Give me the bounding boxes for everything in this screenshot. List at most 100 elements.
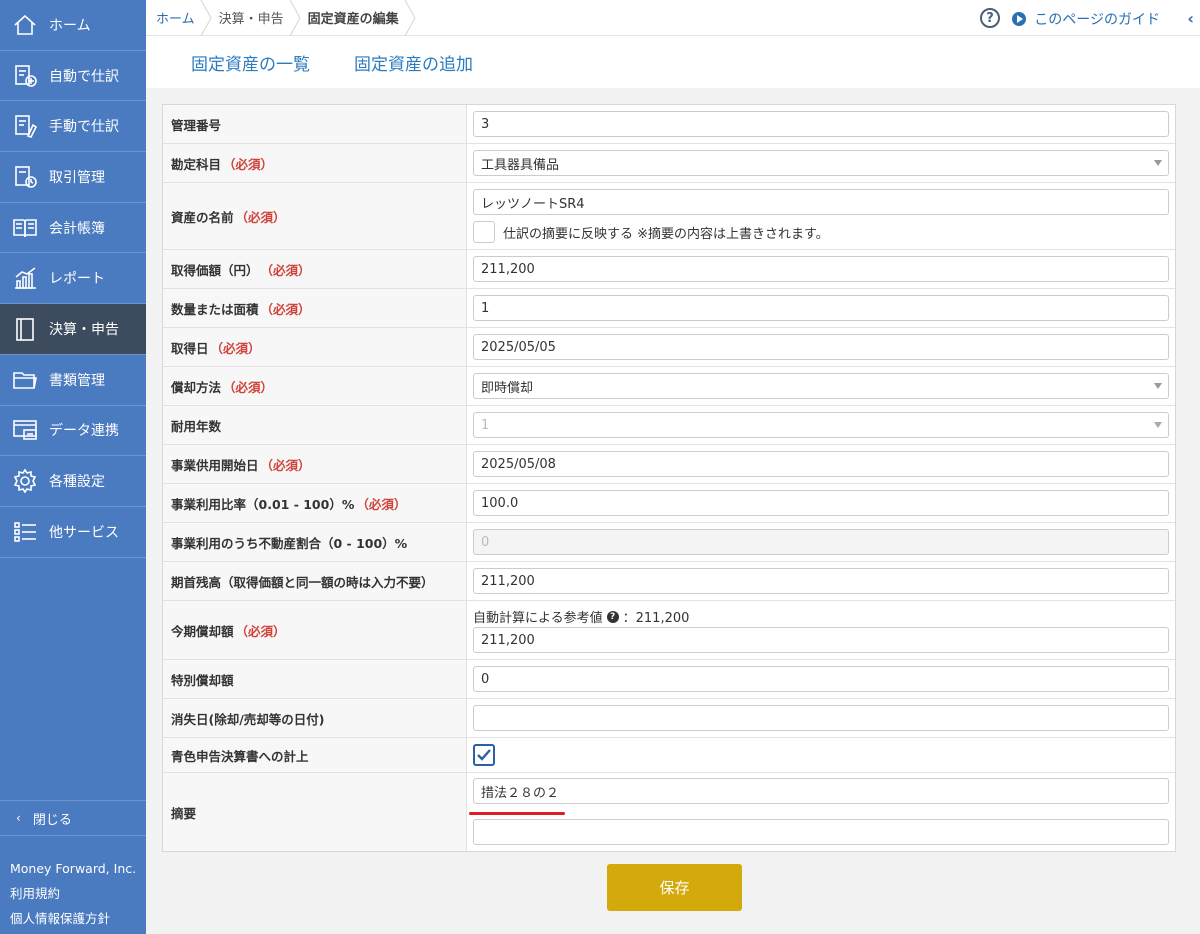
ratio-label: 事業利用比率（0.01 - 100）% — [171, 496, 355, 512]
realestate-input: 0 — [473, 529, 1169, 555]
sidebar-item-label: データ連携 — [49, 423, 119, 440]
sidebar-item-folder[interactable]: 書類管理 — [0, 355, 146, 406]
acquisition-date-input[interactable]: 2025/05/05 — [473, 334, 1169, 360]
method-select[interactable]: 即時償却 — [473, 373, 1169, 399]
check-icon — [477, 749, 491, 761]
years-select[interactable]: 1 — [473, 412, 1169, 438]
name-label: 資産の名前 — [171, 209, 234, 225]
gear-icon — [10, 466, 40, 496]
start-label: 事業供用開始日 — [171, 457, 259, 473]
sidebar-item-report[interactable]: レポート — [0, 253, 146, 305]
sidebar-close-button[interactable]: ‹ 閉じる — [0, 800, 146, 836]
home-icon — [10, 10, 40, 40]
breadcrumb-separator-icon — [404, 0, 416, 36]
asset-name-input[interactable]: レッツノートSR4 — [473, 189, 1169, 215]
settlement-icon — [10, 314, 40, 344]
realestate-label: 事業利用のうち不動産割合（0 - 100）% — [171, 535, 408, 551]
breadcrumb-current: 固定資産の編集 — [298, 0, 416, 36]
dropdown-arrow-icon — [1154, 422, 1162, 428]
sidebar-item-label: 決算・申告 — [49, 321, 119, 338]
sidebar-item-home[interactable]: ホーム — [0, 0, 146, 51]
sidebar-item-gear[interactable]: 各種設定 — [0, 456, 146, 507]
red-underline-annotation — [469, 812, 565, 815]
row-ratio: 事業利用比率（0.01 - 100）% （必須） 100.0 — [163, 484, 1175, 523]
chevron-left-icon: ‹ — [16, 811, 21, 825]
sidebar-item-label: 取引管理 — [49, 169, 105, 186]
required-mark: （必須） — [235, 623, 286, 639]
sidebar-item-auto-journal[interactable]: 自動で仕訳 — [0, 51, 146, 102]
sidebar-nav: ホーム 自動で仕訳手動で仕訳取引管理会計帳簿レポート決算・申告書類管理データ連携各… — [0, 0, 146, 558]
tab-asset-add[interactable]: 固定資産の追加 — [354, 50, 473, 75]
required-mark: （必須） — [235, 209, 286, 225]
current-depreciation-input[interactable]: 211,200 — [473, 627, 1169, 653]
blue-return-checkbox[interactable] — [473, 744, 495, 766]
kamoku-select[interactable]: 工具器具備品 — [473, 150, 1169, 176]
report-icon — [10, 263, 40, 293]
question-icon[interactable]: ? — [606, 610, 619, 623]
tab-asset-list[interactable]: 固定資産の一覧 — [191, 50, 310, 75]
sidebar-item-transaction[interactable]: 取引管理 — [0, 152, 146, 203]
price-input[interactable]: 211,200 — [473, 256, 1169, 282]
sidebar-item-data-link[interactable]: データ連携 — [0, 406, 146, 457]
sidebar-item-list[interactable]: 他サービス — [0, 507, 146, 558]
row-years: 耐用年数 1 — [163, 406, 1175, 445]
lost-label: 消失日(除却/売却等の日付) — [171, 711, 325, 727]
transaction-icon — [10, 162, 40, 192]
row-opening: 期首残高（取得価額と同一額の時は入力不要） 211,200 — [163, 562, 1175, 601]
sidebar: ホーム 自動で仕訳手動で仕訳取引管理会計帳簿レポート決算・申告書類管理データ連携各… — [0, 0, 146, 934]
sidebar-item-label: 手動で仕訳 — [49, 119, 119, 136]
book-icon — [10, 213, 40, 243]
save-button[interactable]: 保存 — [607, 864, 742, 911]
required-mark: （必須） — [356, 496, 407, 512]
manual-journal-icon — [10, 111, 40, 141]
breadcrumb-settlement[interactable]: 決算・申告 — [209, 0, 301, 36]
required-mark: （必須） — [223, 156, 274, 172]
terms-link[interactable]: 利用規約 — [10, 881, 136, 906]
row-kanri: 管理番号 3 — [163, 105, 1175, 144]
required-mark: （必須） — [260, 262, 311, 278]
sidebar-item-manual-journal[interactable]: 手動で仕訳 — [0, 101, 146, 153]
kamoku-label: 勘定科目 — [171, 156, 222, 172]
breadcrumb-current-label: 固定資産の編集 — [307, 12, 399, 27]
breadcrumb-settlement-label[interactable]: 決算・申告 — [219, 8, 284, 27]
breadcrumb-home[interactable]: ホーム — [146, 0, 212, 36]
reflect-memo-checkbox[interactable] — [473, 221, 495, 243]
row-qty: 数量または面積 （必須） 1 — [163, 289, 1175, 328]
field-label: 管理番号 — [163, 105, 467, 143]
sidebar-item-settlement[interactable]: 決算・申告 — [0, 304, 146, 355]
memo-input-1[interactable]: 措法２８の２ — [473, 778, 1169, 804]
row-current: 今期償却額 （必須） 自動計算による参考値? ：211,200 211,200 — [163, 601, 1175, 660]
page-guide-link[interactable]: このページのガイド — [1012, 9, 1160, 29]
qty-input[interactable]: 1 — [473, 295, 1169, 321]
sidebar-item-book[interactable]: 会計帳簿 — [0, 203, 146, 254]
auto-journal-icon — [10, 61, 40, 91]
price-label: 取得価額（円） — [171, 262, 259, 278]
data-link-icon — [10, 415, 40, 445]
privacy-link[interactable]: 個人情報保護方針 — [10, 906, 136, 931]
special-depreciation-input[interactable]: 0 — [473, 666, 1169, 692]
company-name: Money Forward, Inc. — [10, 861, 137, 876]
kanri-input[interactable]: 3 — [473, 111, 1169, 137]
chevron-left-icon[interactable]: ‹ — [1187, 9, 1194, 28]
ratio-input[interactable]: 100.0 — [473, 490, 1169, 516]
method-label: 償却方法 — [171, 379, 222, 395]
lost-date-input[interactable] — [473, 705, 1169, 731]
row-start: 事業供用開始日 （必須） 2025/05/08 — [163, 445, 1175, 484]
sidebar-item-label: レポート — [49, 271, 105, 288]
years-label: 耐用年数 — [171, 418, 222, 434]
start-date-input[interactable]: 2025/05/08 — [473, 451, 1169, 477]
breadcrumb-home-link[interactable]: ホーム — [156, 8, 195, 27]
kamoku-value: 工具器具備品 — [481, 157, 560, 173]
sidebar-item-label: 他サービス — [49, 524, 119, 541]
opening-balance-input[interactable]: 211,200 — [473, 568, 1169, 594]
row-lost: 消失日(除却/売却等の日付) — [163, 699, 1175, 738]
memo-input-2[interactable] — [473, 819, 1169, 845]
method-value: 即時償却 — [481, 380, 534, 396]
reflect-memo-label: 仕訳の摘要に反映する ※摘要の内容は上書きされます。 — [503, 226, 829, 242]
help-icon[interactable]: ? — [980, 8, 1000, 28]
row-realestate: 事業利用のうち不動産割合（0 - 100）% 0 — [163, 523, 1175, 562]
dropdown-arrow-icon — [1154, 160, 1162, 166]
sidebar-close-label: 閉じる — [32, 812, 72, 828]
row-kamoku: 勘定科目 （必須） 工具器具備品 — [163, 144, 1175, 183]
row-special: 特別償却額 0 — [163, 660, 1175, 699]
